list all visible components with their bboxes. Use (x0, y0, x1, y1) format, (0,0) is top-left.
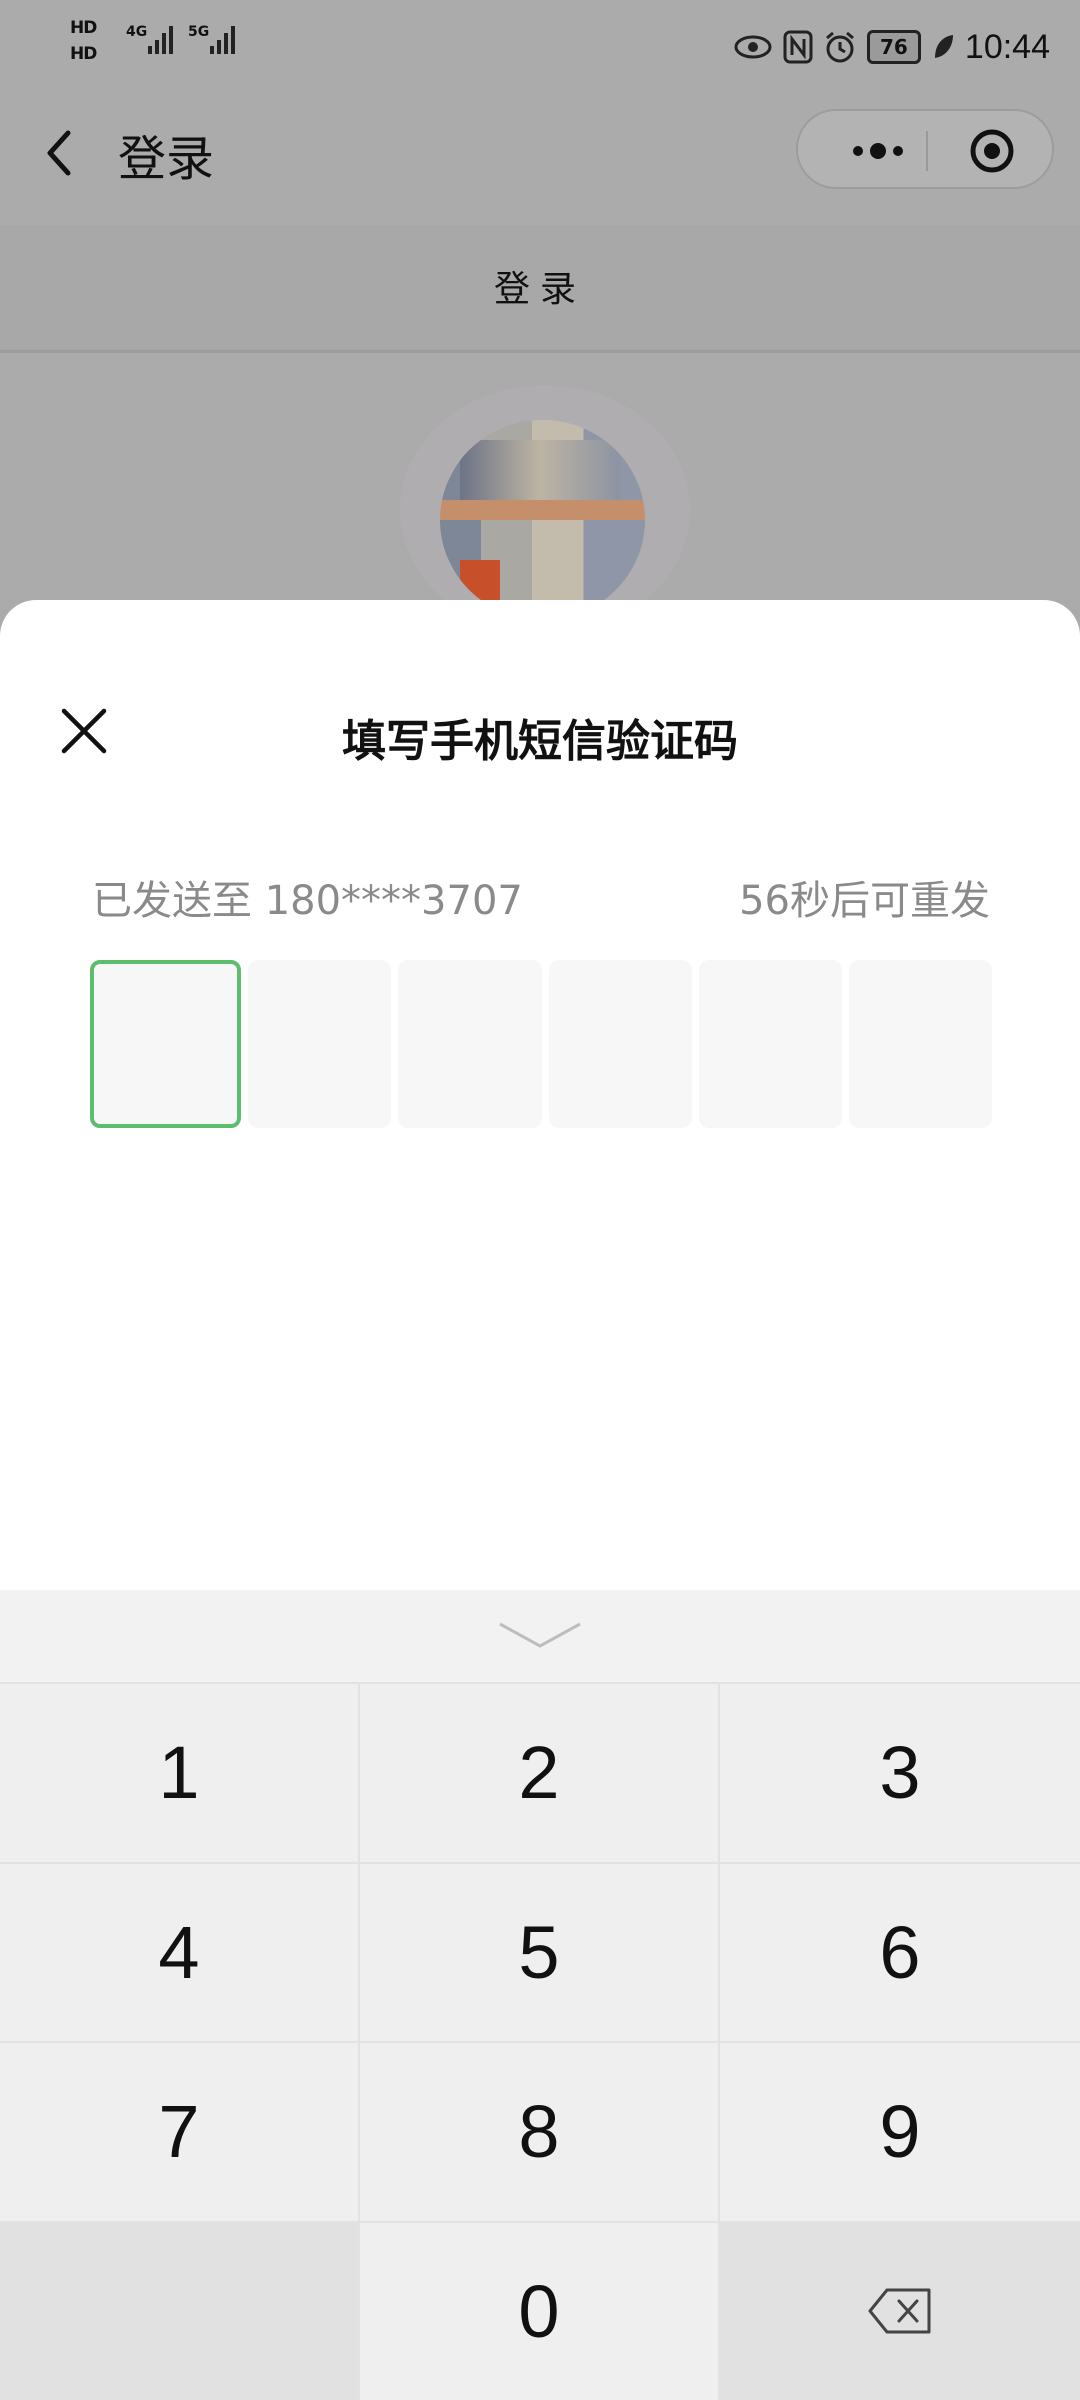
chevron-down-icon (499, 1622, 581, 1648)
code-box-6[interactable] (848, 960, 993, 1128)
hd-badge-2: HD (70, 44, 97, 64)
nav-bar: 登录 (0, 95, 1080, 210)
login-header: 登录 (0, 225, 1080, 353)
code-box-1[interactable] (90, 960, 242, 1128)
key-8[interactable]: 8 (360, 2041, 720, 2221)
key-blank (0, 2220, 360, 2400)
alarm-icon (825, 31, 854, 63)
code-box-3[interactable] (398, 960, 542, 1128)
battery-indicator: 76 (866, 30, 921, 64)
sent-to-text: 已发送至 180****3707 (92, 878, 523, 924)
sheet-title: 填写手机短信验证码 (342, 716, 738, 767)
key-9[interactable]: 9 (720, 2041, 1080, 2221)
network-type-1: 4G (126, 24, 148, 40)
key-5[interactable]: 5 (360, 1861, 720, 2041)
code-box-5[interactable] (698, 960, 842, 1128)
code-input-row (90, 960, 993, 1128)
login-header-title: 登录 (493, 269, 586, 310)
signal-area: HD HD 4G 5G (70, 18, 235, 64)
nfc-icon (783, 30, 813, 64)
numeric-keypad: 1 2 3 4 5 6 7 8 9 0 (0, 1590, 1080, 2400)
page-title: 登录 (118, 131, 215, 187)
capsule-divider (926, 131, 928, 171)
backspace-key[interactable] (720, 2220, 1080, 2400)
avatar (440, 420, 645, 620)
hide-keyboard-button[interactable] (0, 1590, 1080, 1682)
keypad-grid: 1 2 3 4 5 6 7 8 9 0 (0, 1682, 1080, 2400)
backspace-icon (868, 2288, 931, 2334)
network-type-2: 5G (188, 24, 210, 40)
resend-countdown: 56秒后可重发 (739, 878, 990, 924)
key-2[interactable]: 2 (360, 1682, 720, 1862)
status-icons: 76 10:44 (733, 22, 1050, 72)
clock-time: 10:44 (964, 27, 1050, 66)
key-6[interactable]: 6 (720, 1861, 1080, 2041)
mini-program-capsule (796, 109, 1054, 189)
hd-badge-1: HD (70, 18, 97, 38)
key-7[interactable]: 7 (0, 2041, 360, 2221)
key-4[interactable]: 4 (0, 1861, 360, 2041)
leaf-icon (934, 35, 953, 58)
signal-icon-1 (148, 26, 173, 54)
key-0[interactable]: 0 (360, 2220, 720, 2400)
eye-icon (734, 35, 772, 59)
code-box-4[interactable] (548, 960, 692, 1128)
close-mini-program-icon[interactable] (968, 127, 1016, 175)
status-bar: HD HD 4G 5G 76 10:44 (0, 0, 1080, 95)
key-1[interactable]: 1 (0, 1682, 360, 1862)
code-box-2[interactable] (248, 960, 392, 1128)
more-icon[interactable] (838, 131, 918, 171)
signal-icon-2 (210, 26, 235, 54)
key-3[interactable]: 3 (720, 1682, 1080, 1862)
back-icon[interactable] (34, 123, 84, 183)
